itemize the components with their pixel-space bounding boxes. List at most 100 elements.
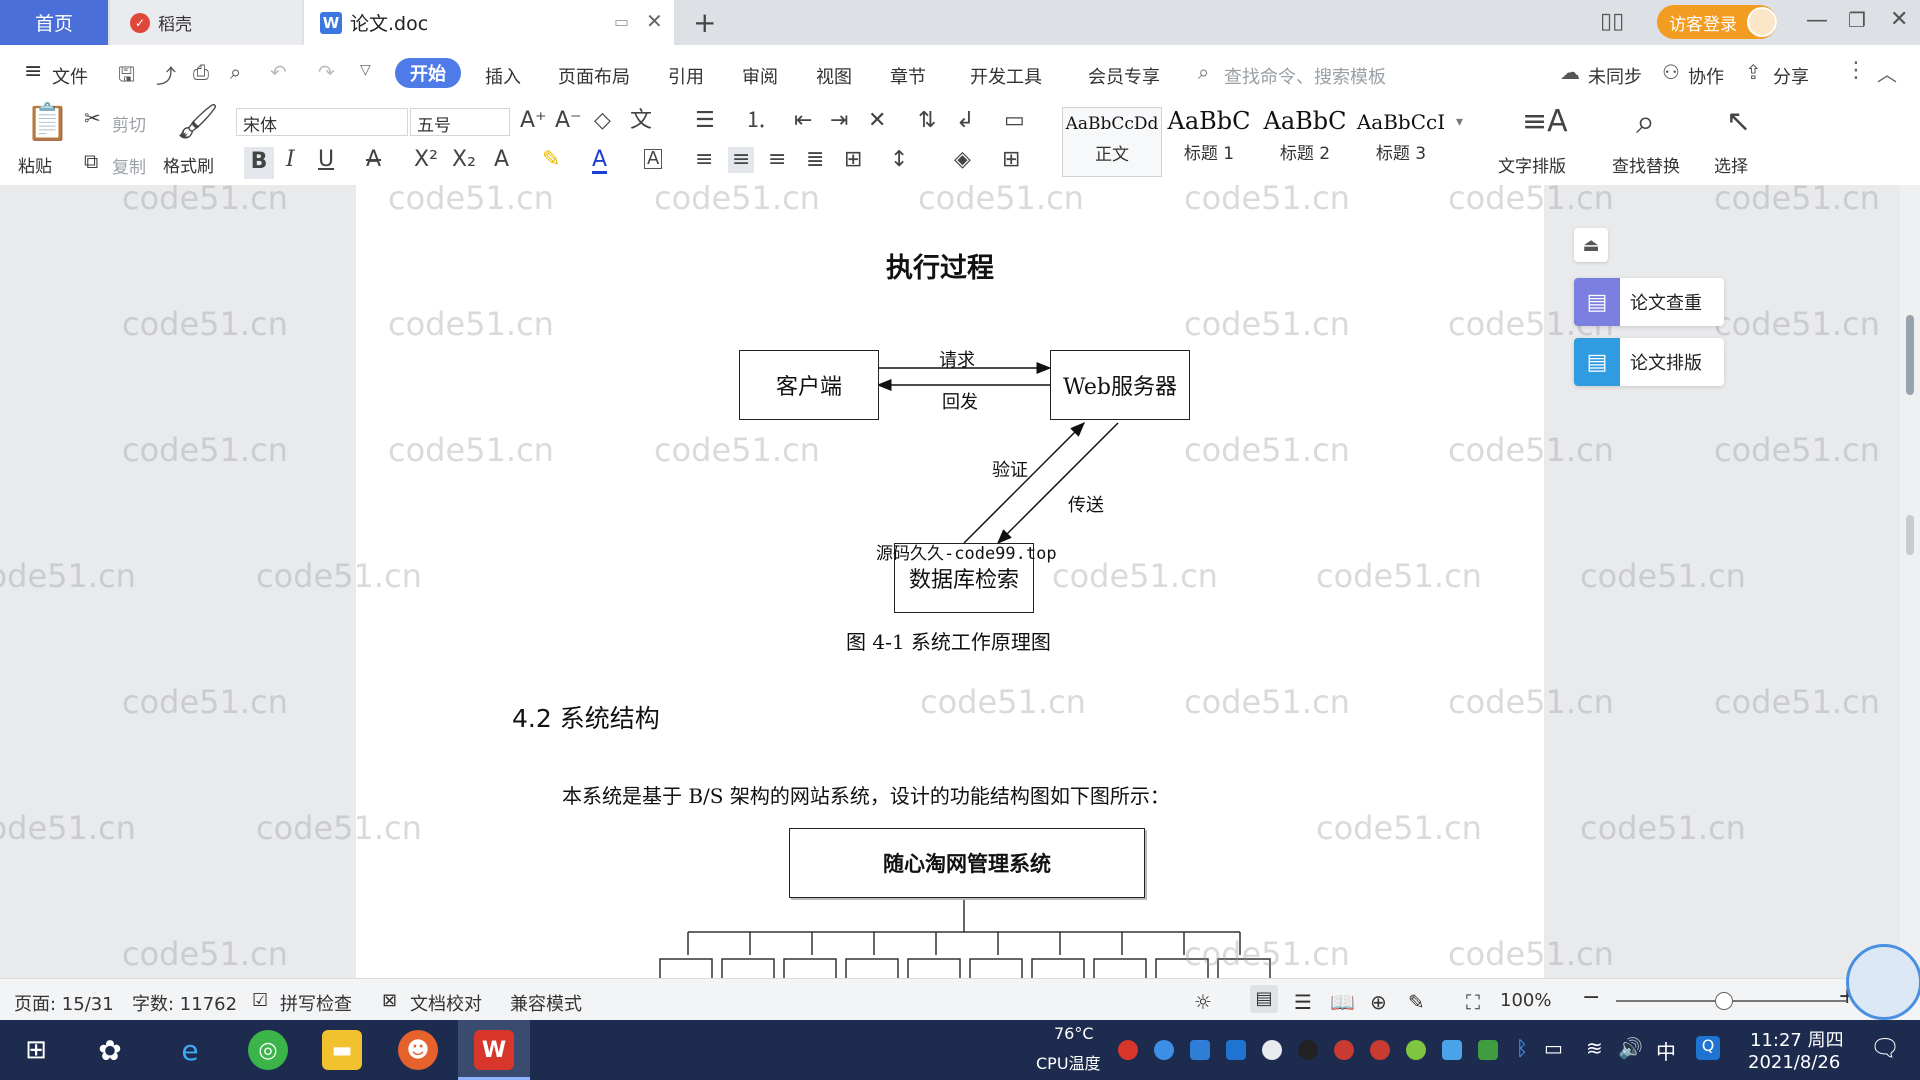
zoom-out-icon[interactable]: − [1582, 985, 1600, 1010]
phonetic-icon[interactable]: 文 [630, 110, 652, 132]
more-icon[interactable]: ⋮ [1845, 58, 1867, 83]
tray-qq-icon[interactable] [1298, 1040, 1318, 1060]
scrollbar-thumb[interactable] [1906, 315, 1914, 395]
cut-label[interactable]: 剪切 [112, 111, 146, 136]
restore-icon[interactable]: ❐ [1848, 8, 1866, 32]
undo-icon[interactable]: ↶ [270, 60, 287, 84]
font-size-select[interactable]: 五号 [410, 108, 510, 136]
style-heading-1[interactable]: AaBbC 标题 1 [1162, 107, 1256, 175]
vertical-scrollbar[interactable] [1900, 185, 1920, 978]
sync-status[interactable]: 未同步 [1588, 63, 1642, 89]
line-spacing-icon[interactable]: ↕ [890, 149, 908, 171]
minimize-icon[interactable]: — [1806, 8, 1828, 33]
spellcheck-button[interactable]: 拼写检查 [280, 990, 352, 1016]
text-effect-icon[interactable]: A [494, 149, 509, 171]
ruler-icon[interactable]: ▭ [1004, 110, 1025, 132]
select-label[interactable]: 选择 [1714, 152, 1748, 177]
screen-icon[interactable]: ▭ [614, 12, 629, 31]
clock-date[interactable]: 2021/8/26 [1748, 1052, 1840, 1073]
tray-app-icon[interactable] [1118, 1040, 1138, 1060]
subscript-icon[interactable]: X₂ [452, 149, 476, 171]
menu-start[interactable]: 开始 [395, 58, 461, 88]
outline-view-icon[interactable]: ☰ [1294, 990, 1312, 1014]
underline-icon[interactable]: U [318, 149, 334, 171]
export-icon[interactable]: ⤴ [156, 60, 176, 89]
hamburger-icon[interactable]: ≡ [24, 59, 42, 84]
assistant-avatar[interactable] [1846, 944, 1920, 1020]
font-color-icon[interactable]: A [592, 149, 608, 174]
tray-qq3-icon[interactable] [1370, 1040, 1390, 1060]
tab-home[interactable]: 首页 [0, 0, 108, 45]
wps-taskbar-button[interactable]: W [458, 1020, 530, 1080]
app-pinwheel-icon[interactable]: ✿ [90, 1030, 130, 1070]
text-layout-label[interactable]: 文字排版 [1498, 152, 1566, 177]
proofread-button[interactable]: 文档校对 [410, 990, 482, 1016]
italic-icon[interactable]: I [286, 149, 295, 171]
tray-security-icon[interactable] [1226, 1040, 1246, 1060]
char-border-icon[interactable]: A [644, 149, 663, 169]
customize-icon[interactable]: ▽ [360, 62, 371, 78]
decrease-indent-icon[interactable]: ⇤ [794, 110, 812, 132]
visitor-login-button[interactable]: 访客登录 [1657, 5, 1777, 39]
find-replace-icon[interactable]: ⌕ [1636, 105, 1655, 139]
collab-button[interactable]: 协作 [1688, 63, 1724, 89]
close-tab-icon[interactable]: ✕ [646, 9, 663, 33]
save-icon[interactable]: 🖫 [118, 60, 135, 94]
align-center-icon[interactable]: ≡ [728, 147, 755, 173]
align-right-icon[interactable]: ≡ [768, 149, 786, 171]
menu-file[interactable]: 文件 [52, 63, 88, 89]
page-view-icon[interactable]: ▤ [1250, 985, 1278, 1013]
font-name-select[interactable]: 宋体 [236, 108, 408, 136]
tray-network-app-icon[interactable] [1190, 1040, 1210, 1060]
grow-font-icon[interactable]: A⁺ [520, 110, 547, 132]
shrink-font-icon[interactable]: A⁻ [555, 110, 582, 132]
chinese-layout-icon[interactable]: ✕ [868, 110, 886, 132]
menu-member[interactable]: 会员专享 [1088, 63, 1160, 89]
eye-protect-icon[interactable]: ☼ [1194, 990, 1212, 1014]
copy-label[interactable]: 复制 [112, 153, 146, 178]
strikethrough-icon[interactable]: A [366, 149, 381, 171]
command-search[interactable]: 查找命令、搜索模板 [1224, 63, 1386, 89]
paragraph-mark-icon[interactable]: ↲ [956, 110, 974, 132]
text-layout-icon[interactable]: ≡A [1522, 107, 1568, 137]
close-window-icon[interactable]: ✕ [1890, 7, 1908, 32]
bullet-list-icon[interactable]: ☰ [695, 110, 715, 132]
app-mask-icon[interactable]: ☻ [398, 1030, 438, 1070]
new-tab-button[interactable]: + [693, 6, 716, 39]
clear-format-icon[interactable]: ◇ [594, 110, 611, 132]
tab-document[interactable]: W 论文.doc ▭ ✕ [304, 0, 674, 45]
fit-page-icon[interactable]: ⛶ [1466, 990, 1480, 1014]
highlight-icon[interactable]: ✎ [542, 149, 560, 171]
styles-more-icon[interactable]: ▾ [1456, 115, 1463, 129]
write-view-icon[interactable]: ✎ [1408, 990, 1425, 1014]
numbered-list-icon[interactable]: ⒈ [745, 110, 767, 132]
bold-icon[interactable]: B [244, 147, 274, 179]
style-heading-2[interactable]: AaBbC 标题 2 [1258, 107, 1352, 175]
clock-time[interactable]: 11:27 周四 [1750, 1026, 1844, 1052]
wifi-icon[interactable]: ≋ [1586, 1036, 1603, 1060]
menu-view[interactable]: 视图 [816, 63, 852, 89]
notification-icon[interactable]: 🗨 [1870, 1034, 1900, 1062]
word-count[interactable]: 字数: 11762 [132, 990, 237, 1016]
format-painter-label[interactable]: 格式刷 [163, 152, 214, 177]
paper-check-button[interactable]: ▤ 论文查重 [1574, 278, 1724, 326]
print-icon[interactable]: ⎙ [193, 60, 209, 84]
menu-chapter[interactable]: 章节 [890, 63, 926, 89]
copy-icon[interactable]: ⧉ [84, 151, 98, 171]
print-preview-icon[interactable]: ⌕ [230, 60, 241, 84]
shading-icon[interactable]: ◈ [954, 149, 971, 171]
find-replace-label[interactable]: 查找替换 [1612, 152, 1680, 177]
zoom-level[interactable]: 100% [1500, 990, 1551, 1011]
paste-icon[interactable]: 📋 [25, 105, 70, 141]
bluetooth-icon[interactable]: ᛒ [1516, 1036, 1528, 1060]
tab-daoke[interactable]: ✓ 稻壳 [110, 0, 302, 45]
select-cursor-icon[interactable]: ↖ [1726, 107, 1751, 137]
redo-icon[interactable]: ↷ [318, 60, 335, 84]
web-view-icon[interactable]: ⊕ [1370, 990, 1387, 1014]
style-heading-3[interactable]: AaBbCcI 标题 3 [1354, 107, 1448, 175]
collapse-ribbon-icon[interactable]: ︿ [1877, 58, 1897, 87]
menu-reference[interactable]: 引用 [668, 63, 704, 89]
tray-bell-icon[interactable] [1262, 1040, 1282, 1060]
tray-qq2-icon[interactable] [1334, 1040, 1354, 1060]
panel-collapse-icon[interactable]: ⏏ [1574, 228, 1608, 262]
